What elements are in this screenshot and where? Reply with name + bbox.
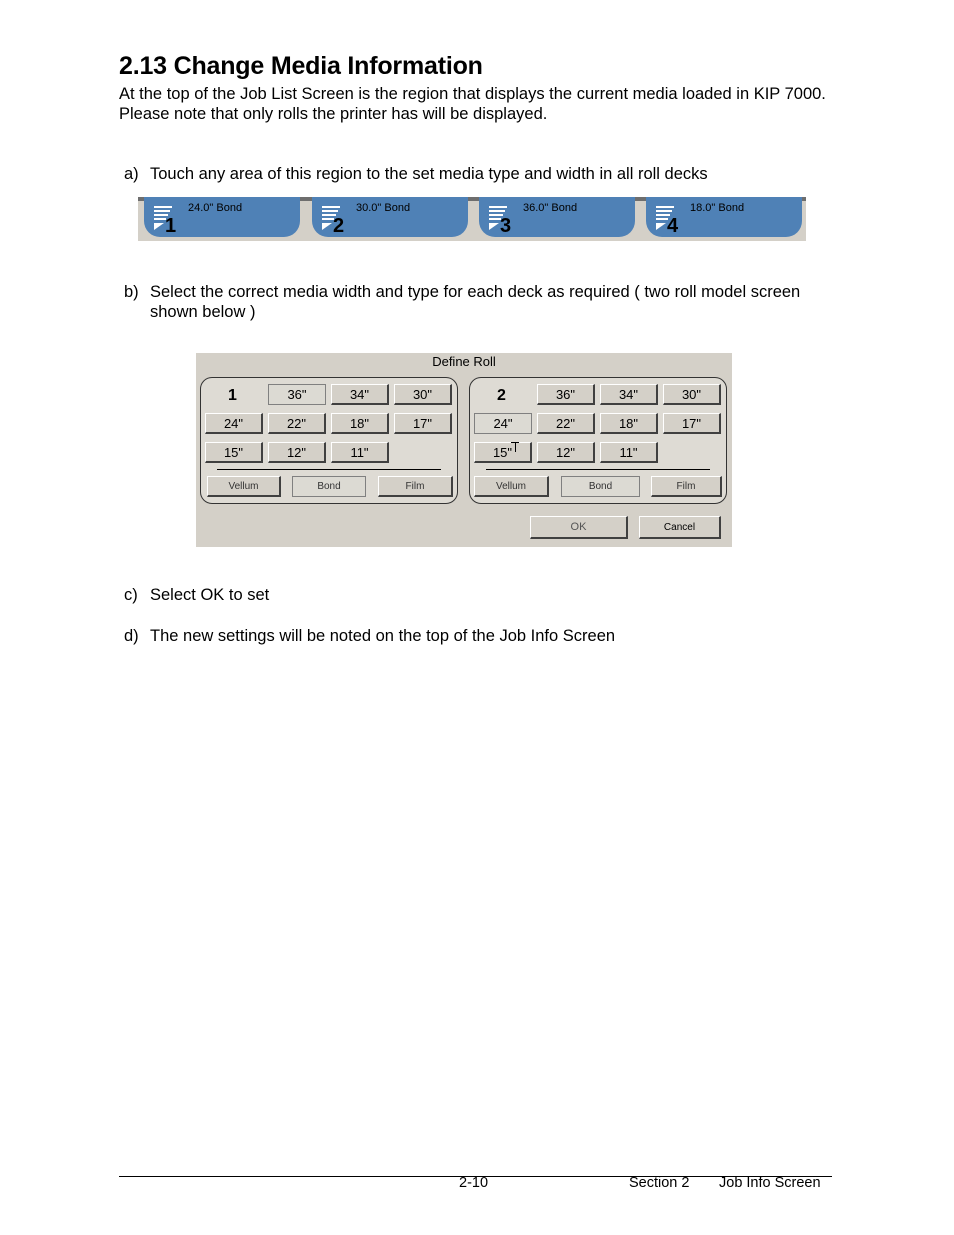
width-18-button[interactable]: 18" bbox=[600, 413, 658, 434]
roll-tab-3[interactable]: 3 36.0" Bond bbox=[479, 197, 635, 237]
width-30-button[interactable]: 30" bbox=[394, 384, 452, 405]
width-34-button[interactable]: 34" bbox=[331, 384, 389, 405]
roll-media-label: 36.0" Bond bbox=[523, 202, 578, 214]
width-17-button[interactable]: 17" bbox=[663, 413, 721, 434]
width-12-button[interactable]: 12" bbox=[268, 442, 326, 463]
step-text: Touch any area of this region to the set… bbox=[150, 165, 708, 183]
step-b: b) Select the correct media width and typ… bbox=[124, 282, 810, 322]
deck-2-panel: 2 36" 34" 30" 24" 22" 18" 17" 15" 12" 11… bbox=[469, 377, 727, 504]
deck-number: 2 bbox=[497, 387, 506, 404]
width-34-button[interactable]: 34" bbox=[600, 384, 658, 405]
step-text: The new settings will be noted on the to… bbox=[150, 627, 616, 645]
page-number: 2-10 bbox=[459, 1175, 489, 1191]
deck-1-panel: 1 36" 34" 30" 24" 22" 18" 17" 15" 12" 11… bbox=[200, 377, 458, 504]
step-c: c) Select OK to set bbox=[124, 585, 810, 605]
width-15-button[interactable]: 15" bbox=[205, 442, 263, 463]
deck-number: 1 bbox=[228, 387, 237, 404]
define-roll-dialog: Define Roll 1 36" 34" 30" 24" 22" 18" 17… bbox=[196, 353, 732, 547]
width-22-button[interactable]: 22" bbox=[268, 413, 326, 434]
width-24-button[interactable]: 24" bbox=[474, 413, 532, 434]
step-a: a) Touch any area of this region to the s… bbox=[124, 164, 810, 184]
width-18-button[interactable]: 18" bbox=[331, 413, 389, 434]
roll-icon: 4 bbox=[656, 206, 679, 233]
page-title: 2.13 Change Media Information bbox=[119, 52, 483, 80]
dialog-title: Define Roll bbox=[432, 354, 496, 369]
roll-number: 1 bbox=[165, 215, 176, 233]
step-text: Select OK to set bbox=[150, 586, 270, 604]
type-vellum-button[interactable]: Vellum bbox=[207, 476, 281, 497]
divider bbox=[486, 469, 710, 470]
width-24-button[interactable]: 24" bbox=[205, 413, 263, 434]
type-vellum-button[interactable]: Vellum bbox=[474, 476, 549, 497]
text-cursor-icon bbox=[511, 442, 519, 453]
roll-tab-4[interactable]: 4 18.0" Bond bbox=[646, 197, 802, 237]
roll-number: 2 bbox=[333, 215, 344, 233]
footer-section: Section 2 bbox=[629, 1175, 690, 1191]
type-film-button[interactable]: Film bbox=[378, 476, 453, 497]
roll-number: 4 bbox=[667, 215, 679, 233]
width-30-button[interactable]: 30" bbox=[663, 384, 721, 405]
roll-icon: 3 bbox=[489, 206, 511, 233]
width-22-button[interactable]: 22" bbox=[537, 413, 595, 434]
type-film-button[interactable]: Film bbox=[651, 476, 722, 497]
intro-paragraph: At the top of the Job List Screen is the… bbox=[119, 85, 826, 123]
step-label: c) bbox=[124, 586, 138, 604]
footer-chapter: Job Info Screen bbox=[719, 1175, 821, 1191]
roll-media-label: 18.0" Bond bbox=[690, 202, 745, 214]
roll-media-label: 24.0" Bond bbox=[188, 202, 243, 214]
divider bbox=[217, 469, 441, 470]
ok-button[interactable]: OK bbox=[530, 516, 628, 539]
roll-icon: 2 bbox=[322, 206, 344, 233]
step-label: d) bbox=[124, 627, 139, 645]
media-roll-bar[interactable]: 1 24.0" Bond 2 30.0" Bond 3 36.0" Bond 4… bbox=[138, 197, 806, 241]
step-text: Select the correct media width and type … bbox=[150, 283, 801, 321]
type-bond-button[interactable]: Bond bbox=[561, 476, 640, 497]
step-d: d) The new settings will be noted on the … bbox=[124, 626, 810, 646]
roll-icon: 1 bbox=[154, 206, 176, 233]
width-12-button[interactable]: 12" bbox=[537, 442, 595, 463]
width-17-button[interactable]: 17" bbox=[394, 413, 452, 434]
width-36-button[interactable]: 36" bbox=[268, 384, 326, 405]
cancel-button[interactable]: Cancel bbox=[639, 516, 721, 539]
step-label: a) bbox=[124, 165, 139, 183]
roll-tab-1[interactable]: 1 24.0" Bond bbox=[144, 197, 300, 237]
roll-media-label: 30.0" Bond bbox=[356, 202, 411, 214]
width-11-button[interactable]: 11" bbox=[331, 442, 389, 463]
step-label: b) bbox=[124, 283, 139, 301]
roll-tab-2[interactable]: 2 30.0" Bond bbox=[312, 197, 468, 237]
width-15-button[interactable]: 15" bbox=[474, 442, 532, 463]
width-11-button[interactable]: 11" bbox=[600, 442, 658, 463]
width-36-button[interactable]: 36" bbox=[537, 384, 595, 405]
roll-number: 3 bbox=[500, 215, 511, 233]
type-bond-button[interactable]: Bond bbox=[292, 476, 366, 497]
